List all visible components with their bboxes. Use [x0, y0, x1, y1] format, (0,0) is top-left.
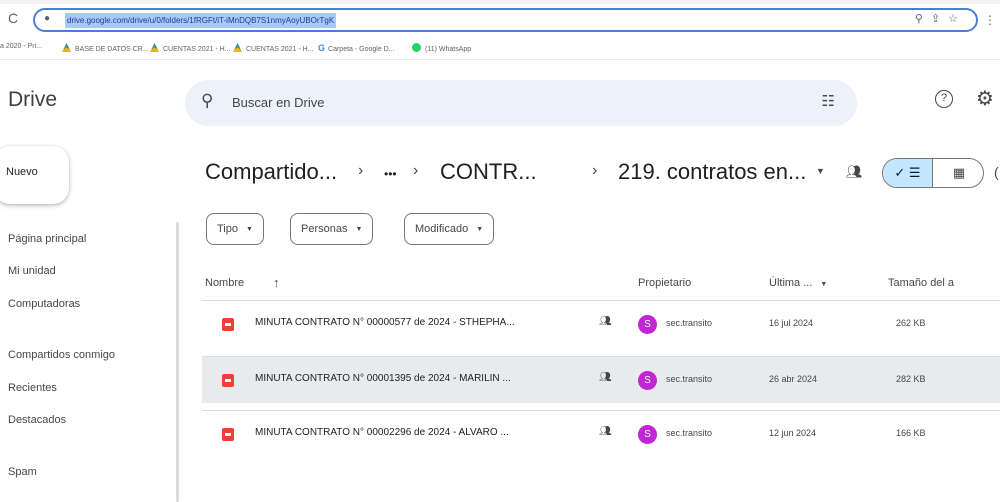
settings-gear-icon[interactable]: ⚙ [976, 86, 994, 111]
sidebar-divider[interactable] [176, 222, 179, 502]
column-header-owner[interactable]: Propietario [638, 277, 691, 289]
owner-name: sec.transito [666, 428, 713, 438]
chevron-down-icon: ▼ [476, 226, 484, 233]
chip-label: Personas [301, 223, 348, 235]
drive-icon [62, 43, 71, 52]
google-icon: G [318, 43, 326, 53]
modified-date: 16 jul 2024 [769, 318, 814, 328]
bookmark-item[interactable]: a 2020 - Pri... [0, 43, 42, 50]
file-name[interactable]: MINUTA CONTRATO N° 00000577 de 2024 - ST… [255, 317, 515, 328]
avatar[interactable]: S [638, 425, 657, 444]
file-size: 166 KB [896, 428, 926, 438]
url-text[interactable]: drive.google.com/drive/u/0/folders/1fRGF… [65, 13, 337, 28]
drive-icon [233, 43, 242, 52]
filter-modified-chip[interactable]: Modificado ▼ [404, 213, 495, 245]
address-bar[interactable]: ● drive.google.com/drive/u/0/folders/1fR… [33, 8, 978, 32]
filter-type-chip[interactable]: Tipo ▼ [206, 213, 264, 245]
view-toggle: ✓ ☰ ▦ [882, 158, 984, 188]
column-header-label: Última ... [769, 277, 813, 289]
sidebar-item-home[interactable]: Página principal [8, 233, 86, 245]
table-row[interactable]: MINUTA CONTRATO N° 00000577 de 2024 - ST… [202, 300, 1000, 347]
breadcrumb-item-shared[interactable]: Compartido... [205, 159, 337, 185]
sidebar-item-spam[interactable]: Spam [8, 466, 37, 478]
browser-menu-icon[interactable]: ⋮ [984, 13, 996, 27]
help-icon[interactable]: ? [935, 90, 953, 108]
address-bar-row: C ● drive.google.com/drive/u/0/folders/1… [0, 4, 1000, 34]
bookmark-label: (11) WhatsApp [425, 46, 472, 53]
breadcrumb-item-contracts[interactable]: CONTR... [440, 159, 537, 185]
avatar[interactable]: S [638, 315, 657, 334]
pdf-file-icon [222, 318, 234, 331]
list-view-button[interactable]: ✓ ☰ [883, 159, 933, 187]
details-icon[interactable]: ( [994, 164, 999, 180]
new-button-label: Nuevo [6, 166, 38, 178]
search-input[interactable]: Buscar en Drive [232, 95, 324, 110]
search-options-icon[interactable]: ☷ [822, 92, 835, 110]
drive-icon [150, 43, 159, 52]
bookmark-item[interactable]: BASE DE DATOS CR... [62, 43, 149, 53]
file-name[interactable]: MINUTA CONTRATO N° 00001395 de 2024 - MA… [255, 373, 511, 384]
breadcrumb-separator: › [358, 162, 364, 179]
table-row[interactable]: MINUTA CONTRATO N° 00001395 de 2024 - MA… [202, 356, 1000, 403]
pdf-file-icon [222, 374, 234, 387]
zoom-icon[interactable]: ⚲ [915, 13, 931, 25]
bookmarks-bar: a 2020 - Pri... BASE DE DATOS CR... CUEN… [0, 34, 1000, 60]
new-button[interactable]: Nuevo [0, 146, 69, 204]
search-icon[interactable]: ⚲ [201, 91, 213, 111]
share-icon[interactable]: ⇪ [931, 13, 948, 25]
owner-name: sec.transito [666, 374, 713, 384]
bookmark-item[interactable]: G Carpeta - Google D... [318, 43, 395, 53]
column-header-size[interactable]: Tamaño del a [888, 277, 954, 289]
breadcrumb-current-folder[interactable]: 219. contratos en... [618, 159, 806, 185]
shared-people-icon: 👥︎ [599, 316, 612, 327]
bookmark-label: a 2020 - Pri... [0, 43, 43, 50]
column-header-name[interactable]: Nombre [205, 277, 244, 289]
bookmark-item[interactable]: CUENTAS 2021 - H... [233, 43, 314, 53]
shared-people-icon[interactable]: 👥︎ [846, 164, 863, 180]
caret-down-icon: ▼ [820, 281, 828, 288]
sidebar-item-recent[interactable]: Recientes [8, 382, 57, 394]
table-row[interactable]: MINUTA CONTRATO N° 00002296 de 2024 - AL… [202, 410, 1000, 457]
sidebar-item-computers[interactable]: Computadoras [8, 298, 80, 310]
breadcrumb-separator: › [592, 162, 598, 179]
address-bar-actions: ⚲⇪☆ [915, 12, 966, 25]
sidebar-item-starred[interactable]: Destacados [8, 414, 66, 426]
owner-name: sec.transito [666, 318, 713, 328]
sidebar-item-my-drive[interactable]: Mi unidad [8, 265, 56, 277]
reload-icon[interactable]: C [8, 10, 18, 26]
folder-menu-caret-icon[interactable]: ▼ [816, 166, 825, 176]
bookmark-label: CUENTAS 2021 - H... [246, 46, 314, 53]
shared-people-icon: 👥︎ [599, 426, 612, 437]
breadcrumb-more[interactable]: ••• [384, 167, 397, 181]
file-size: 262 KB [896, 318, 926, 328]
bookmark-label: BASE DE DATOS CR... [75, 46, 149, 53]
breadcrumb-separator: › [413, 162, 419, 179]
filter-people-chip[interactable]: Personas ▼ [290, 213, 374, 245]
bookmark-star-icon[interactable]: ☆ [948, 13, 966, 25]
search-bar[interactable]: ⚲ Buscar en Drive ☷ [185, 80, 857, 126]
whatsapp-icon [412, 43, 421, 52]
pdf-file-icon [222, 428, 234, 441]
shared-people-icon: 👥︎ [599, 372, 612, 383]
sidebar-item-shared-with-me[interactable]: Compartidos conmigo [8, 349, 115, 361]
bookmark-label: Carpeta - Google D... [328, 46, 395, 53]
grid-view-button[interactable]: ▦ [934, 159, 983, 187]
modified-date: 26 abr 2024 [769, 374, 818, 384]
file-size: 282 KB [896, 374, 926, 384]
bookmark-label: CUENTAS 2021 - H... [163, 46, 231, 53]
bookmark-item[interactable]: CUENTAS 2021 - H... [150, 43, 231, 53]
chip-label: Modificado [415, 223, 469, 235]
file-name[interactable]: MINUTA CONTRATO N° 00002296 de 2024 - AL… [255, 427, 509, 438]
modified-date: 12 jun 2024 [769, 428, 817, 438]
column-header-modified[interactable]: Última ... ▼ [769, 277, 827, 289]
site-info-icon[interactable]: ● [44, 13, 50, 24]
chevron-down-icon: ▼ [246, 226, 253, 233]
chevron-down-icon: ▼ [355, 226, 363, 233]
avatar[interactable]: S [638, 371, 657, 390]
bookmark-item[interactable]: (11) WhatsApp [412, 43, 471, 53]
app-title[interactable]: Drive [8, 88, 57, 112]
chip-label: Tipo [217, 223, 238, 235]
sort-arrow-up-icon[interactable]: ↑ [273, 275, 280, 290]
